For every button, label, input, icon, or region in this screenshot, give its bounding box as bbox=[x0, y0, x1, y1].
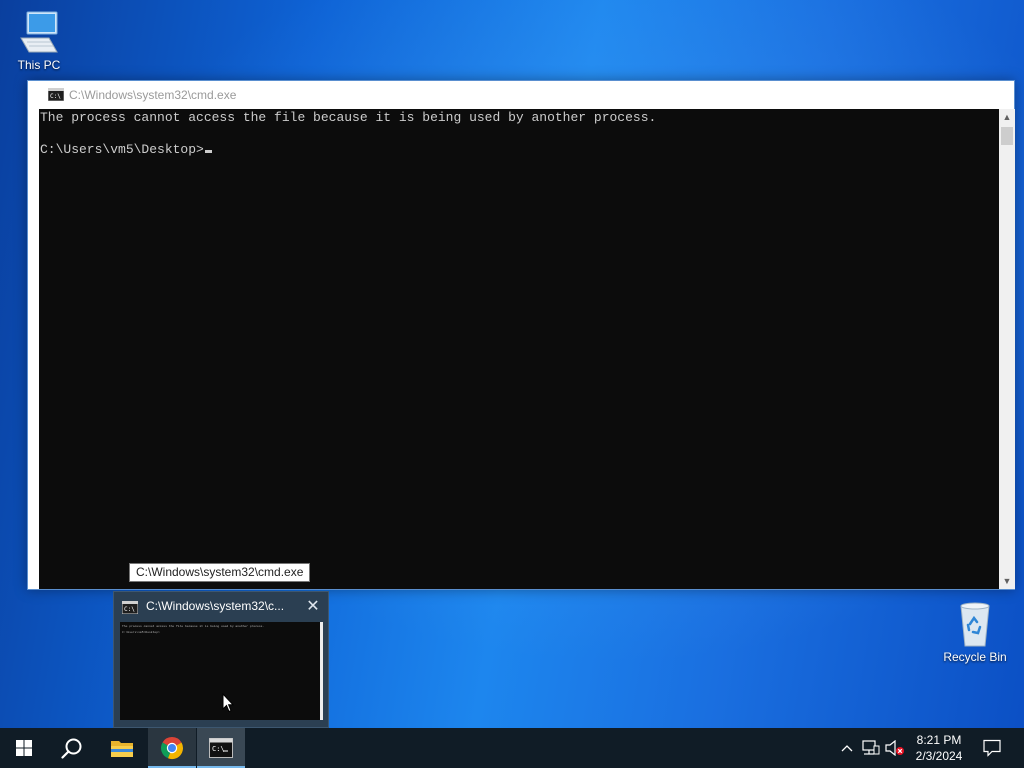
notification-icon bbox=[983, 739, 1001, 757]
scroll-down-arrow-icon[interactable]: ▼ bbox=[999, 573, 1015, 589]
folder-icon bbox=[111, 741, 133, 757]
clock[interactable]: 8:21 PM 2/3/2024 bbox=[907, 728, 971, 768]
show-hidden-icons-button[interactable] bbox=[838, 728, 856, 768]
taskbar: C:\ 8:21 PM 2/3/2024 bbox=[0, 728, 1024, 768]
cmd-icon: C:\ bbox=[209, 738, 233, 758]
cmd-window[interactable]: C:\ C:\Windows\system32\cmd.exe The proc… bbox=[27, 80, 1015, 590]
clock-time: 8:21 PM bbox=[916, 733, 962, 747]
svg-text:C:\: C:\ bbox=[124, 606, 135, 613]
scroll-up-arrow-icon[interactable]: ▲ bbox=[999, 109, 1015, 125]
cmd-app-icon: C:\ bbox=[48, 88, 64, 101]
clock-date: 2/3/2024 bbox=[915, 749, 963, 763]
text-cursor bbox=[204, 150, 212, 153]
thumbnail-title-text: C:\Windows\system32\c... bbox=[146, 599, 285, 613]
volume-button[interactable] bbox=[884, 728, 906, 768]
action-center-button[interactable] bbox=[980, 728, 1004, 768]
desktop-icon-recycle-bin[interactable]: Recycle Bin bbox=[940, 600, 1010, 664]
volume-muted-icon bbox=[885, 740, 904, 756]
console-prompt: C:\Users\vm5\Desktop> bbox=[40, 142, 204, 157]
desktop-icon-label: This PC bbox=[17, 58, 61, 72]
desktop-icon-this-pc[interactable]: This PC bbox=[4, 8, 74, 72]
recycle-bin-icon bbox=[951, 600, 999, 648]
file-explorer-button[interactable] bbox=[98, 728, 146, 768]
desktop-icon-label: Recycle Bin bbox=[943, 650, 1007, 664]
window-title: C:\Windows\system32\cmd.exe bbox=[69, 88, 237, 102]
computer-icon bbox=[15, 8, 63, 56]
search-icon bbox=[61, 738, 82, 759]
close-icon[interactable]: ✕ bbox=[302, 596, 324, 618]
network-icon bbox=[862, 740, 880, 755]
cmd-taskbar-button[interactable]: C:\ bbox=[197, 728, 245, 768]
chrome-button[interactable] bbox=[148, 728, 196, 768]
mouse-pointer-icon bbox=[222, 693, 234, 713]
svg-text:C:\: C:\ bbox=[212, 745, 225, 753]
chevron-up-icon bbox=[841, 745, 853, 752]
thumbnail-line: C:\Users\vm5\Desktop> bbox=[122, 631, 160, 634]
search-button[interactable] bbox=[48, 728, 96, 768]
cmd-app-icon: C:\ bbox=[122, 601, 138, 614]
console-line: The process cannot access the file becau… bbox=[40, 110, 657, 125]
scrollbar-thumb[interactable] bbox=[1001, 127, 1013, 145]
vertical-scrollbar[interactable]: ▲ ▼ bbox=[999, 109, 1015, 589]
taskbar-tooltip: C:\Windows\system32\cmd.exe bbox=[129, 563, 311, 582]
window-titlebar[interactable]: C:\ C:\Windows\system32\cmd.exe bbox=[28, 81, 1014, 109]
thumbnail-line: The process cannot access the file becau… bbox=[122, 625, 265, 628]
network-button[interactable] bbox=[861, 728, 881, 768]
thumbnail-title: C:\ C:\Windows\system32\c... bbox=[122, 598, 312, 616]
start-button[interactable] bbox=[0, 728, 48, 768]
taskbar-thumbnail-preview[interactable]: C:\ C:\Windows\system32\c... ✕ The proce… bbox=[113, 591, 329, 728]
chrome-icon bbox=[160, 737, 184, 760]
windows-logo-icon bbox=[16, 740, 32, 756]
svg-text:C:\: C:\ bbox=[50, 93, 61, 100]
console-prompt-line: C:\Users\vm5\Desktop> bbox=[40, 142, 998, 158]
console-output[interactable]: The process cannot access the file becau… bbox=[39, 109, 999, 589]
